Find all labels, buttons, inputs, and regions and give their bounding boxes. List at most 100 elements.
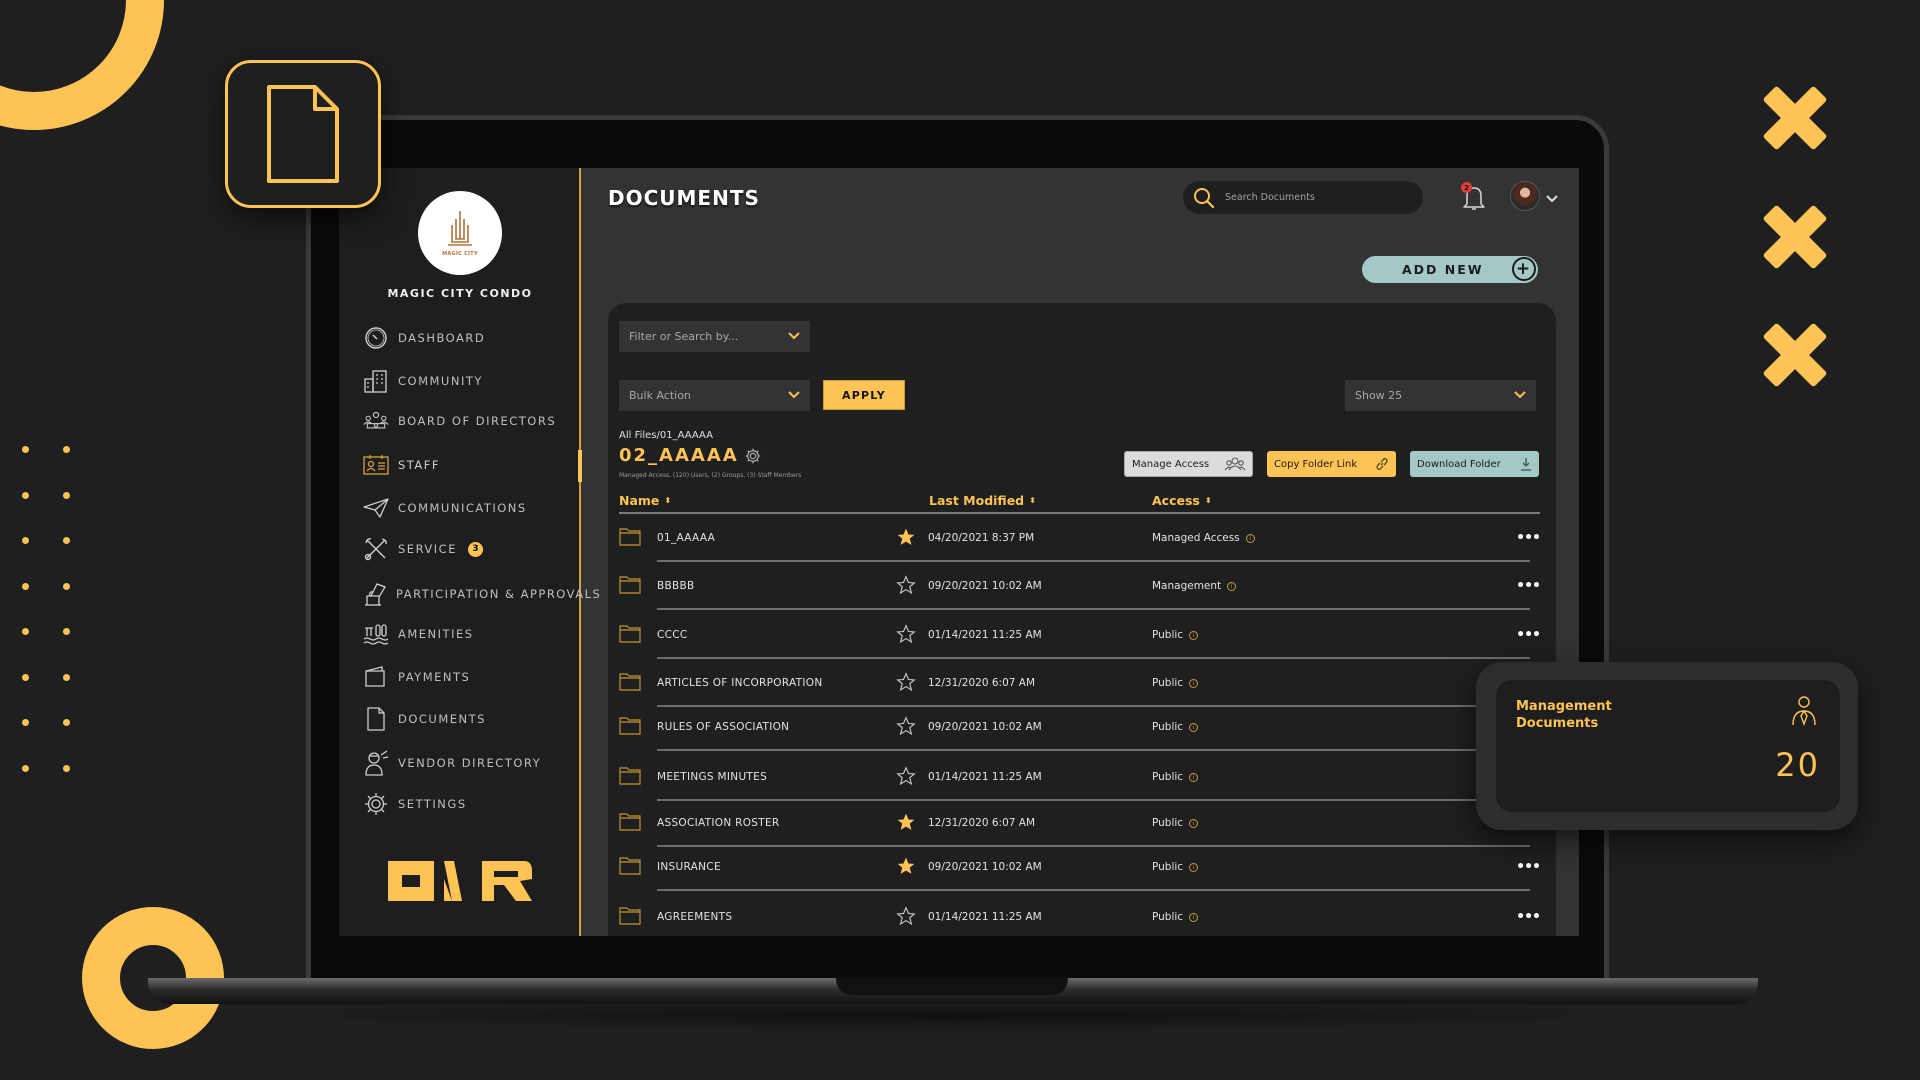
row-name[interactable]: INSURANCE [657,861,721,873]
row-name[interactable]: 01_AAAAA [657,532,715,544]
star-filled-icon[interactable] [896,812,916,836]
sidebar-item-vendor-directory[interactable]: VENDOR DIRECTORY [363,748,579,778]
more-options-icon[interactable]: ••• [1516,627,1541,643]
table-row[interactable]: AGREEMENTS 01/14/2021 11:25 AM Public i ••• [619,897,1541,936]
folder-icon [619,767,641,789]
sort-icon: ⬍ [1204,496,1212,505]
sidebar-item-label: VENDOR DIRECTORY [398,756,542,770]
info-icon[interactable]: i [1189,818,1199,828]
star-outline-icon[interactable] [896,716,916,740]
table-row[interactable]: MEETINGS MINUTES 01/14/2021 11:25 AM Publi… [619,757,1540,801]
row-last-modified: 01/14/2021 11:25 AM [928,629,1042,641]
sidebar-item-settings[interactable]: SETTINGS [363,789,579,819]
table-row[interactable]: RULES OF ASSOCIATION 09/20/2021 10:02 AM P… [619,707,1540,751]
paper-plane-icon [363,495,389,521]
row-divider [657,889,1530,891]
page-size-dropdown[interactable]: Show 25 [1345,380,1536,411]
apply-button[interactable]: APPLY [823,380,905,410]
filter-dropdown[interactable]: Filter or Search by... [619,321,810,352]
sidebar-item-service[interactable]: SERVICE 3 [363,534,579,564]
info-icon[interactable]: i [1189,912,1199,922]
breadcrumb[interactable]: All Files/01_AAAAA [619,430,713,441]
star-filled-icon[interactable] [896,856,916,880]
decorative-dot [22,628,29,635]
chevron-down-icon [788,330,800,343]
more-options-icon[interactable]: ••• [1516,578,1541,594]
brand-name: MAGIC CITY CONDO [387,287,533,300]
chevron-down-icon [1514,389,1526,402]
star-outline-icon[interactable] [896,672,916,696]
decorative-dot [63,628,70,635]
onr-logo [388,861,532,901]
sidebar-item-label: SETTINGS [398,797,467,811]
more-options-icon[interactable]: ••• [1516,909,1541,925]
table-row[interactable]: ARTICLES OF INCORPORATION 12/31/2020 6:07… [619,663,1540,707]
sidebar-item-participation-approvals[interactable]: PARTICIPATION & APPROVALS [363,579,600,609]
access-label: Public [1152,771,1184,783]
more-options-icon[interactable]: ••• [1516,530,1541,546]
info-icon[interactable]: i [1189,862,1199,872]
sidebar-item-payments[interactable]: PAYMENTS [363,662,579,692]
row-access: Public i [1152,629,1199,641]
sidebar-item-communications[interactable]: COMMUNICATIONS [363,493,579,523]
gear-icon[interactable] [745,448,761,464]
row-name[interactable]: ARTICLES OF INCORPORATION [657,677,823,689]
sidebar-item-staff[interactable]: STAFF [363,450,579,480]
decorative-dot [63,537,70,544]
sidebar-item-board-of-directors[interactable]: BOARD OF DIRECTORS [363,406,579,436]
more-options-icon[interactable]: ••• [1516,859,1541,875]
copy-folder-link-button[interactable]: Copy Folder Link [1267,451,1396,477]
column-header-name[interactable]: Name ⬍ [619,493,671,508]
row-last-modified: 09/20/2021 10:02 AM [928,861,1042,873]
sidebar-item-amenities[interactable]: AMENITIES [363,619,579,649]
access-label: Public [1152,817,1184,829]
row-name[interactable]: ASSOCIATION ROSTER [657,817,780,829]
info-icon[interactable]: i [1245,533,1255,543]
access-label: Management [1152,580,1222,592]
star-outline-icon[interactable] [896,575,916,599]
table-row[interactable]: ASSOCIATION ROSTER 12/31/2020 6:07 AM Publ… [619,803,1540,847]
column-header-last-modified[interactable]: Last Modified ⬍ [929,493,1036,508]
user-avatar[interactable] [1510,181,1540,211]
sidebar-item-label: PAYMENTS [398,670,471,684]
row-name[interactable]: MEETINGS MINUTES [657,771,767,783]
folder-title: 02_AAAAA [619,445,761,466]
bulk-action-dropdown[interactable]: Bulk Action [619,380,810,411]
info-icon[interactable]: i [1189,630,1199,640]
download-folder-button[interactable]: Download Folder [1410,451,1539,477]
add-new-button[interactable]: ADD NEW + [1362,256,1538,283]
sidebar-item-community[interactable]: COMMUNITY [363,366,579,396]
info-icon[interactable]: i [1189,722,1199,732]
star-outline-icon[interactable] [896,906,916,930]
sidebar-item-documents[interactable]: DOCUMENTS [363,704,579,734]
column-header-access[interactable]: Access ⬍ [1152,493,1212,508]
folder-icon [619,576,641,598]
star-filled-icon[interactable] [896,527,916,551]
row-name[interactable]: RULES OF ASSOCIATION [657,721,789,733]
table-row[interactable]: BBBBB 09/20/2021 10:02 AM Management i ••• [619,566,1541,610]
copy-folder-link-label: Copy Folder Link [1274,458,1358,470]
manage-access-button[interactable]: Manage Access [1124,451,1253,477]
chevron-down-icon[interactable] [1546,188,1558,207]
row-name[interactable]: AGREEMENTS [657,911,732,923]
row-name[interactable]: BBBBB [657,580,695,592]
search-bar[interactable] [1183,181,1423,214]
info-icon[interactable]: i [1189,678,1199,688]
table-row[interactable]: CCCC 01/14/2021 11:25 AM Public i ••• [619,615,1541,659]
management-documents-card[interactable]: Management Documents 20 [1496,680,1840,812]
info-icon[interactable]: i [1227,581,1237,591]
table-row[interactable]: INSURANCE 09/20/2021 10:02 AM Public i ••• [619,847,1541,891]
search-input[interactable] [1225,192,1405,203]
laptop-shadow [220,1000,1690,1030]
row-access: Public i [1152,817,1199,829]
row-name[interactable]: CCCC [657,629,688,641]
stat-card-frame: Management Documents 20 [1476,662,1858,830]
table-row[interactable]: 01_AAAAA 04/20/2021 8:37 PM Managed Access… [619,518,1541,562]
sidebar-item-dashboard[interactable]: DASHBOARD [363,323,579,353]
star-outline-icon[interactable] [896,766,916,790]
sidebar-item-label: COMMUNITY [398,374,483,388]
info-icon[interactable]: i [1189,772,1199,782]
star-outline-icon[interactable] [896,624,916,648]
brand-logo[interactable]: MAGIC CITY [418,191,502,275]
notifications-button[interactable]: 2 [1459,182,1489,212]
